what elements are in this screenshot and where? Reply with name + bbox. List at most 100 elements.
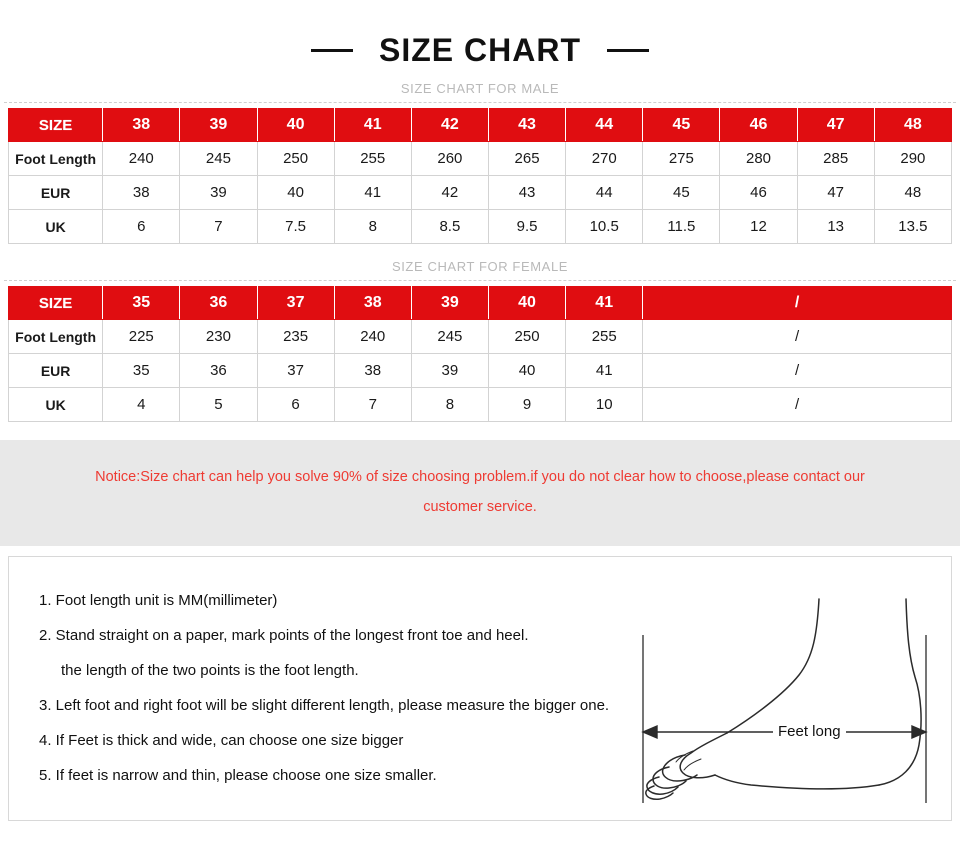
female-cell: 255 — [565, 319, 644, 354]
female-merged-cell: / — [642, 353, 952, 388]
male-cell: 42 — [410, 175, 489, 210]
male-cell: 47 — [796, 175, 875, 210]
list-item: the length of the two points is the foot… — [61, 662, 359, 679]
female-header-cell: 39 — [410, 286, 489, 320]
male-cell: 6 — [102, 209, 181, 244]
male-header-cell: 41 — [333, 108, 412, 142]
male-cell: 275 — [642, 141, 721, 176]
female-cell: 9 — [487, 387, 567, 422]
female-cell: 245 — [410, 319, 489, 354]
male-cell: 12 — [719, 209, 798, 244]
female-section-subtitle-wrap: SIZE CHART FOR FEMALE — [0, 258, 960, 280]
female-cell: 5 — [179, 387, 258, 422]
female-header-cell: 37 — [256, 286, 335, 320]
female-cell: 4 — [102, 387, 181, 422]
instructions-list: 1. Foot length unit is MM(millimeter) 2.… — [39, 583, 699, 793]
male-cell: 7.5 — [256, 209, 335, 244]
male-cell: 290 — [873, 141, 953, 176]
male-row-label: EUR — [7, 175, 104, 210]
female-table-header-row: SIZE 35 36 37 38 39 40 41 / — [7, 286, 952, 320]
female-cell: 39 — [410, 353, 489, 388]
list-item: 2. Stand straight on a paper, mark point… — [39, 627, 529, 644]
table-row: UK 4 5 6 7 8 9 10 / — [7, 387, 952, 422]
male-cell: 265 — [487, 141, 567, 176]
male-cell: 46 — [719, 175, 798, 210]
male-section-subtitle: SIZE CHART FOR MALE — [400, 81, 560, 96]
table-row: Foot Length 240 245 250 255 260 265 270 … — [7, 141, 953, 176]
female-row-label: UK — [7, 387, 104, 422]
female-table-wrap: SIZE 35 36 37 38 39 40 41 / Foot Length … — [0, 286, 960, 422]
male-section-divider — [4, 102, 956, 103]
male-cell: 48 — [873, 175, 953, 210]
notice-banner: Notice:Size chart can help you solve 90%… — [0, 440, 960, 546]
female-size-table: SIZE 35 36 37 38 39 40 41 / Foot Length … — [7, 286, 952, 422]
foot-measurement-diagram: Feet long — [623, 595, 945, 813]
title-dash-right-icon — [607, 48, 649, 52]
female-cell: 6 — [256, 387, 335, 422]
female-cell: 37 — [256, 353, 335, 388]
male-header-cell: 44 — [565, 108, 644, 142]
male-header-cell: 46 — [719, 108, 798, 142]
notice-line-2: customer service. — [423, 499, 537, 515]
instructions-panel: 1. Foot length unit is MM(millimeter) 2.… — [8, 556, 952, 821]
male-row-label: Foot Length — [7, 141, 104, 176]
male-header-cell: 39 — [179, 108, 258, 142]
male-cell: 285 — [796, 141, 875, 176]
female-cell: 36 — [179, 353, 258, 388]
male-cell: 39 — [179, 175, 258, 210]
male-cell: 270 — [565, 141, 644, 176]
title-dash-left-icon — [311, 48, 353, 52]
female-cell: 35 — [102, 353, 181, 388]
foot-outline-icon — [641, 598, 928, 803]
list-item: 4. If Feet is thick and wide, can choose… — [39, 732, 404, 749]
male-cell: 11.5 — [642, 209, 721, 244]
female-cell: 225 — [102, 319, 181, 354]
male-header-cell: 47 — [796, 108, 875, 142]
table-row: EUR 35 36 37 38 39 40 41 / — [7, 353, 952, 388]
male-cell: 41 — [333, 175, 412, 210]
male-header-cell: 45 — [642, 108, 721, 142]
male-cell: 45 — [642, 175, 721, 210]
female-cell: 41 — [565, 353, 644, 388]
male-cell: 8.5 — [410, 209, 489, 244]
table-row: UK 6 7 7.5 8 8.5 9.5 10.5 11.5 12 13 13.… — [7, 209, 953, 244]
size-chart-page: SIZE CHART SIZE CHART FOR MALE SIZE 38 3… — [0, 0, 960, 854]
female-row-label: EUR — [7, 353, 104, 388]
male-header-cell: 38 — [102, 108, 181, 142]
female-cell: 250 — [487, 319, 567, 354]
male-cell: 13.5 — [873, 209, 953, 244]
female-header-cell: SIZE — [7, 286, 104, 320]
measure-extension-lines — [642, 635, 927, 803]
female-header-cell: 36 — [179, 286, 258, 320]
page-header: SIZE CHART — [0, 0, 960, 66]
male-header-cell: 48 — [873, 108, 953, 142]
list-item: 3. Left foot and right foot will be slig… — [39, 697, 610, 714]
list-item: 5. If feet is narrow and thin, please ch… — [39, 767, 437, 784]
female-cell: 10 — [565, 387, 644, 422]
male-cell: 10.5 — [565, 209, 644, 244]
male-header-cell: 40 — [256, 108, 335, 142]
female-cell: 40 — [487, 353, 567, 388]
male-cell: 255 — [333, 141, 412, 176]
male-section-subtitle-wrap: SIZE CHART FOR MALE — [0, 80, 960, 102]
female-section-divider — [4, 280, 956, 281]
male-cell: 40 — [256, 175, 335, 210]
page-title: SIZE CHART — [379, 32, 581, 68]
male-table-wrap: SIZE 38 39 40 41 42 43 44 45 46 47 48 Fo… — [0, 108, 960, 244]
male-row-label: UK — [7, 209, 104, 244]
male-cell: 245 — [179, 141, 258, 176]
female-cell: 8 — [410, 387, 489, 422]
male-cell: 7 — [179, 209, 258, 244]
male-header-cell: 42 — [410, 108, 489, 142]
female-cell: 38 — [333, 353, 412, 388]
male-cell: 240 — [102, 141, 181, 176]
female-row-label: Foot Length — [7, 319, 104, 354]
female-header-cell: 41 — [565, 286, 644, 320]
male-cell: 260 — [410, 141, 489, 176]
female-cell: 240 — [333, 319, 412, 354]
table-row: Foot Length 225 230 235 240 245 250 255 … — [7, 319, 952, 354]
female-cell: 235 — [256, 319, 335, 354]
female-cell: 7 — [333, 387, 412, 422]
list-item: 1. Foot length unit is MM(millimeter) — [39, 592, 278, 609]
male-header-cell: 43 — [487, 108, 567, 142]
